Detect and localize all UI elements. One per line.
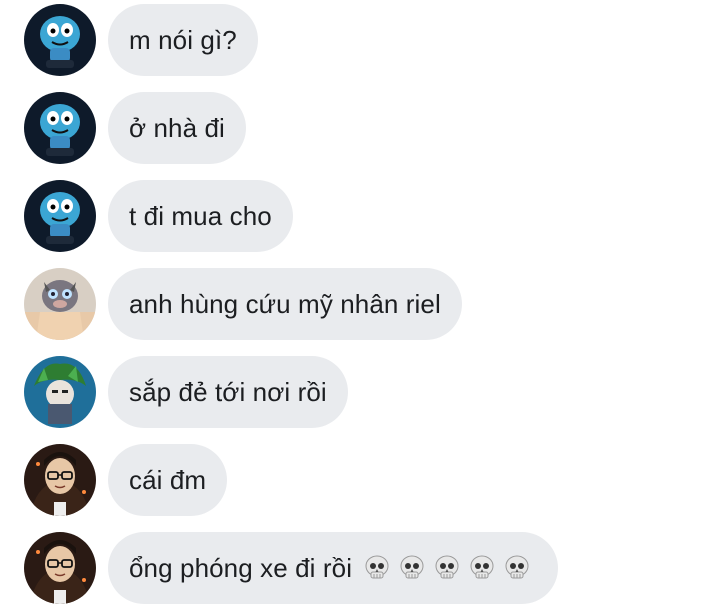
message-row: t đi mua cho [0,176,720,252]
chat-thread: m nói gì? ở nhà đi t đi mua cho anh hùng… [0,0,720,609]
emoji-group [362,553,537,583]
gumball-avatar[interactable] [24,92,96,164]
message-bubble[interactable]: anh hùng cứu mỹ nhân riel [108,268,462,340]
message-bubble[interactable]: ở nhà đi [108,92,246,164]
message-text: sắp đẻ tới nơi rồi [129,376,327,407]
message-text: ở nhà đi [129,112,225,143]
message-row: ở nhà đi [0,88,720,164]
message-row: anh hùng cứu mỹ nhân riel [0,264,720,340]
message-bubble[interactable]: cái đm [108,444,228,516]
glasses-avatar[interactable] [24,532,96,604]
message-text: anh hùng cứu mỹ nhân riel [129,288,441,319]
message-text: ổng phóng xe đi rồi [129,552,353,583]
boar-mask-avatar[interactable] [24,268,96,340]
message-row: sắp đẻ tới nơi rồi [0,352,720,428]
skull-emoji [467,553,497,583]
message-text: cái đm [129,464,207,495]
message-row: m nói gì? [0,0,720,76]
message-text: t đi mua cho [129,200,272,231]
green-hair-avatar[interactable] [24,356,96,428]
skull-emoji [432,553,462,583]
skull-emoji [502,553,532,583]
message-bubble[interactable]: sắp đẻ tới nơi rồi [108,356,348,428]
gumball-avatar[interactable] [24,180,96,252]
message-bubble[interactable]: m nói gì? [108,4,258,76]
glasses-avatar[interactable] [24,444,96,516]
message-row: ổng phóng xe đi rồi [0,528,720,604]
message-text: m nói gì? [129,24,237,55]
message-bubble[interactable]: ổng phóng xe đi rồi [108,532,559,604]
gumball-avatar[interactable] [24,4,96,76]
skull-emoji [362,553,392,583]
message-bubble[interactable]: t đi mua cho [108,180,293,252]
message-row: cái đm [0,440,720,516]
skull-emoji [397,553,427,583]
